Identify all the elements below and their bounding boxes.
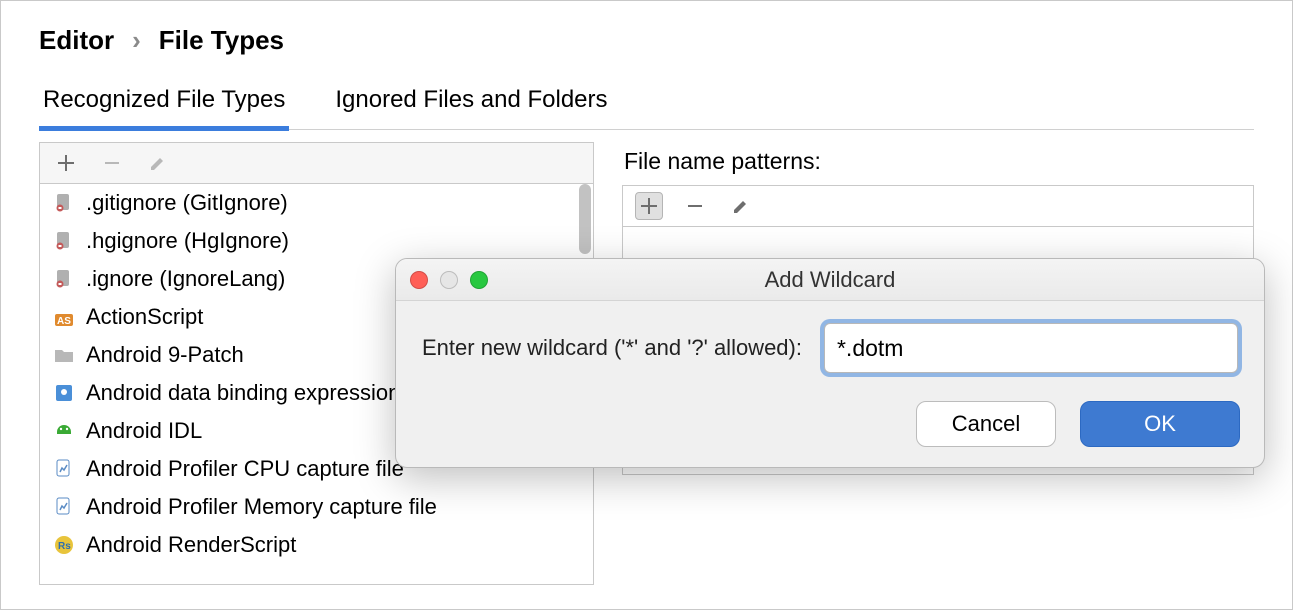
window-zoom-button[interactable] xyxy=(470,271,488,289)
list-item[interactable]: .gitignore (GitIgnore) xyxy=(40,184,593,222)
tab-ignored-files-and-folders[interactable]: Ignored Files and Folders xyxy=(331,86,611,129)
window-minimize-button xyxy=(440,271,458,289)
remove-file-type-button[interactable] xyxy=(98,149,126,177)
ok-button[interactable]: OK xyxy=(1080,401,1240,447)
renderscript-icon: Rs xyxy=(52,533,76,557)
list-item-label: Android IDL xyxy=(86,418,202,444)
edit-pattern-button[interactable] xyxy=(727,192,755,220)
chevron-right-icon: › xyxy=(132,25,141,56)
list-item[interactable]: Rs Android RenderScript xyxy=(40,526,593,564)
patterns-toolbar xyxy=(623,186,1253,227)
list-item-label: Android Profiler Memory capture file xyxy=(86,494,437,520)
android-data-binding-icon xyxy=(52,381,76,405)
file-icon xyxy=(52,229,76,253)
list-item-label: .hgignore (HgIgnore) xyxy=(86,228,289,254)
list-item-label: ActionScript xyxy=(86,304,203,330)
dialog-buttons: Cancel OK xyxy=(916,401,1240,447)
folder-icon xyxy=(52,343,76,367)
profiler-icon xyxy=(52,495,76,519)
pencil-icon xyxy=(148,153,168,173)
minus-icon xyxy=(102,153,122,173)
list-item-label: .ignore (IgnoreLang) xyxy=(86,266,285,292)
dialog-titlebar[interactable]: Add Wildcard xyxy=(396,259,1264,301)
list-item[interactable]: Android Profiler Memory capture file xyxy=(40,488,593,526)
breadcrumb-parent[interactable]: Editor xyxy=(39,25,114,56)
svg-text:Rs: Rs xyxy=(58,541,71,552)
minus-icon xyxy=(685,196,705,216)
list-item-label: .gitignore (GitIgnore) xyxy=(86,190,288,216)
window-close-button[interactable] xyxy=(410,271,428,289)
add-pattern-button[interactable] xyxy=(635,192,663,220)
cancel-button[interactable]: Cancel xyxy=(916,401,1056,447)
list-item-label: Android Profiler CPU capture file xyxy=(86,456,404,482)
patterns-label: File name patterns: xyxy=(624,148,1254,175)
traffic-lights xyxy=(410,271,488,289)
tabs: Recognized File Types Ignored Files and … xyxy=(39,86,1254,130)
file-icon xyxy=(52,267,76,291)
file-types-toolbar xyxy=(40,143,593,184)
dialog-body: Enter new wildcard ('*' and '?' allowed)… xyxy=(396,301,1264,373)
remove-pattern-button[interactable] xyxy=(681,192,709,220)
list-item[interactable]: .hgignore (HgIgnore) xyxy=(40,222,593,260)
tab-recognized-file-types[interactable]: Recognized File Types xyxy=(39,86,289,131)
plus-icon xyxy=(56,153,76,173)
plus-icon xyxy=(639,196,659,216)
file-icon xyxy=(52,191,76,215)
profiler-icon xyxy=(52,457,76,481)
dialog-title: Add Wildcard xyxy=(396,267,1264,293)
scrollbar-thumb[interactable] xyxy=(579,184,591,254)
add-wildcard-dialog: Add Wildcard Enter new wildcard ('*' and… xyxy=(395,258,1265,468)
breadcrumb-current: File Types xyxy=(159,25,284,56)
list-item-label: Android RenderScript xyxy=(86,532,296,558)
pencil-icon xyxy=(731,196,751,216)
list-item-label: Android 9-Patch xyxy=(86,342,244,368)
add-file-type-button[interactable] xyxy=(52,149,80,177)
wildcard-input[interactable] xyxy=(824,323,1238,373)
list-item-label: Android data binding expression xyxy=(86,380,400,406)
android-icon xyxy=(52,419,76,443)
dialog-prompt: Enter new wildcard ('*' and '?' allowed)… xyxy=(422,335,802,361)
breadcrumb: Editor › File Types xyxy=(39,25,1254,56)
edit-file-type-button[interactable] xyxy=(144,149,172,177)
actionscript-icon: AS xyxy=(52,305,76,329)
svg-text:AS: AS xyxy=(57,316,71,327)
